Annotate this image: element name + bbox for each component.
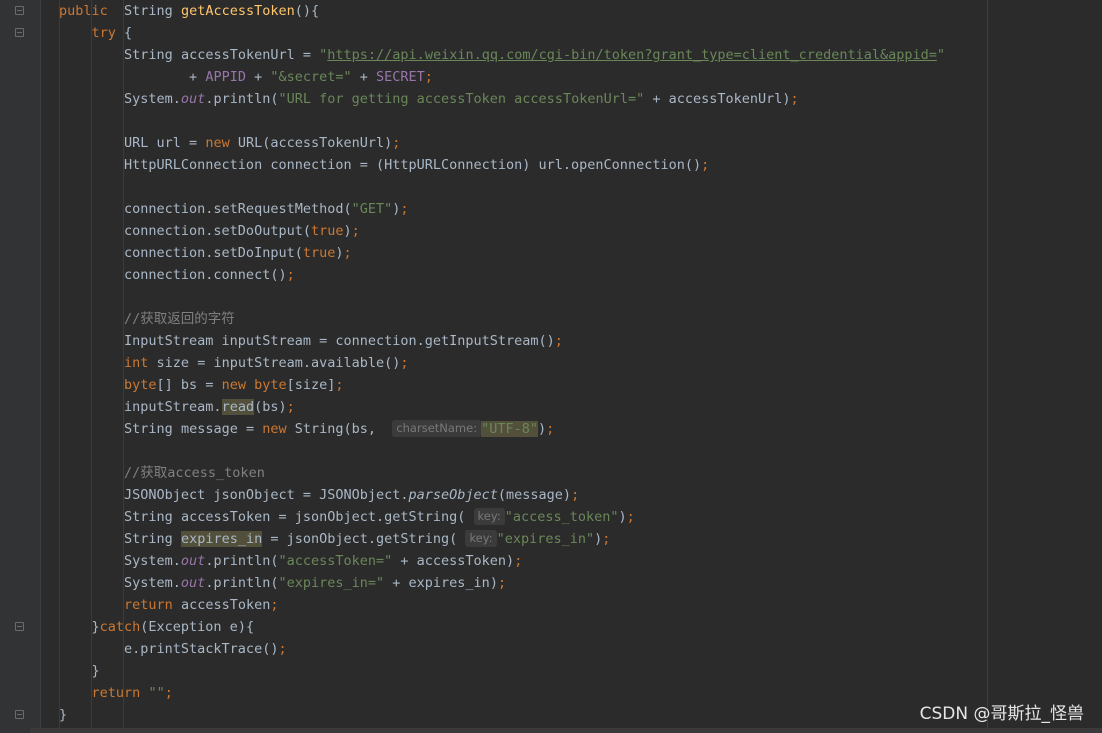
code-line: String message = new String(bs, charsetN…: [124, 420, 555, 437]
code-line: String accessToken = jsonObject.getStrin…: [124, 508, 635, 525]
code-editor[interactable]: public String getAccessToken(){ try { St…: [41, 0, 1102, 733]
code-line: System.out.println("accessToken=" + acce…: [59, 553, 523, 569]
parameter-hint: key:: [465, 530, 497, 547]
code-line: JSONObject jsonObject = JSONObject.parse…: [59, 487, 580, 503]
url-link[interactable]: https://api.weixin.qq.com/cgi-bin/token?…: [327, 47, 937, 63]
code-line: String expires_in = jsonObject.getString…: [124, 530, 611, 547]
parameter-hint: key:: [473, 508, 505, 525]
line-gutter: [0, 0, 41, 733]
code-line: public String getAccessToken(){: [59, 3, 320, 19]
code-line: URL url = new URL(accessTokenUrl);: [59, 135, 401, 151]
horizontal-scrollbar[interactable]: [30, 728, 1102, 733]
code-line: try {: [91, 25, 133, 41]
code-line: System.out.println("URL for getting acce…: [59, 91, 799, 107]
code-line: connection.setDoOutput(true);: [59, 223, 360, 239]
code-line: //获取access_token: [124, 465, 265, 481]
watermark: CSDN @哥斯拉_怪兽: [919, 704, 1084, 724]
code-line: connection.setRequestMethod("GET");: [59, 201, 409, 217]
code-line: e.printStackTrace();: [59, 641, 287, 657]
code-line: connection.setDoInput(true);: [59, 245, 352, 261]
code-line: String accessTokenUrl = "https://api.wei…: [124, 47, 945, 63]
code-line: InputStream inputStream = connection.get…: [59, 333, 563, 349]
code-line: System.out.println("expires_in=" + expir…: [59, 575, 507, 591]
code-line: connection.connect();: [59, 267, 295, 283]
fold-toggle-icon[interactable]: [15, 6, 24, 15]
fold-toggle-icon[interactable]: [15, 28, 24, 37]
code-line: }: [59, 663, 100, 679]
right-margin-line: [987, 0, 988, 733]
code-line: HttpURLConnection connection = (HttpURLC…: [59, 157, 710, 173]
code-line: int size = inputStream.available();: [124, 355, 409, 371]
fold-toggle-icon[interactable]: [15, 622, 24, 631]
code-line: //获取返回的字符: [124, 311, 235, 327]
parameter-hint: charsetName:: [392, 420, 482, 437]
code-line: byte[] bs = new byte[size];: [124, 377, 344, 393]
code-line: return "";: [91, 685, 173, 701]
fold-toggle-icon[interactable]: [15, 710, 24, 719]
code-line: }catch(Exception e){: [59, 619, 255, 635]
code-line: inputStream.read(bs);: [59, 399, 295, 415]
code-line: return accessToken;: [124, 597, 279, 613]
code-line: + APPID + "&secret=" + SECRET;: [59, 69, 433, 85]
code-line: }: [59, 707, 68, 723]
